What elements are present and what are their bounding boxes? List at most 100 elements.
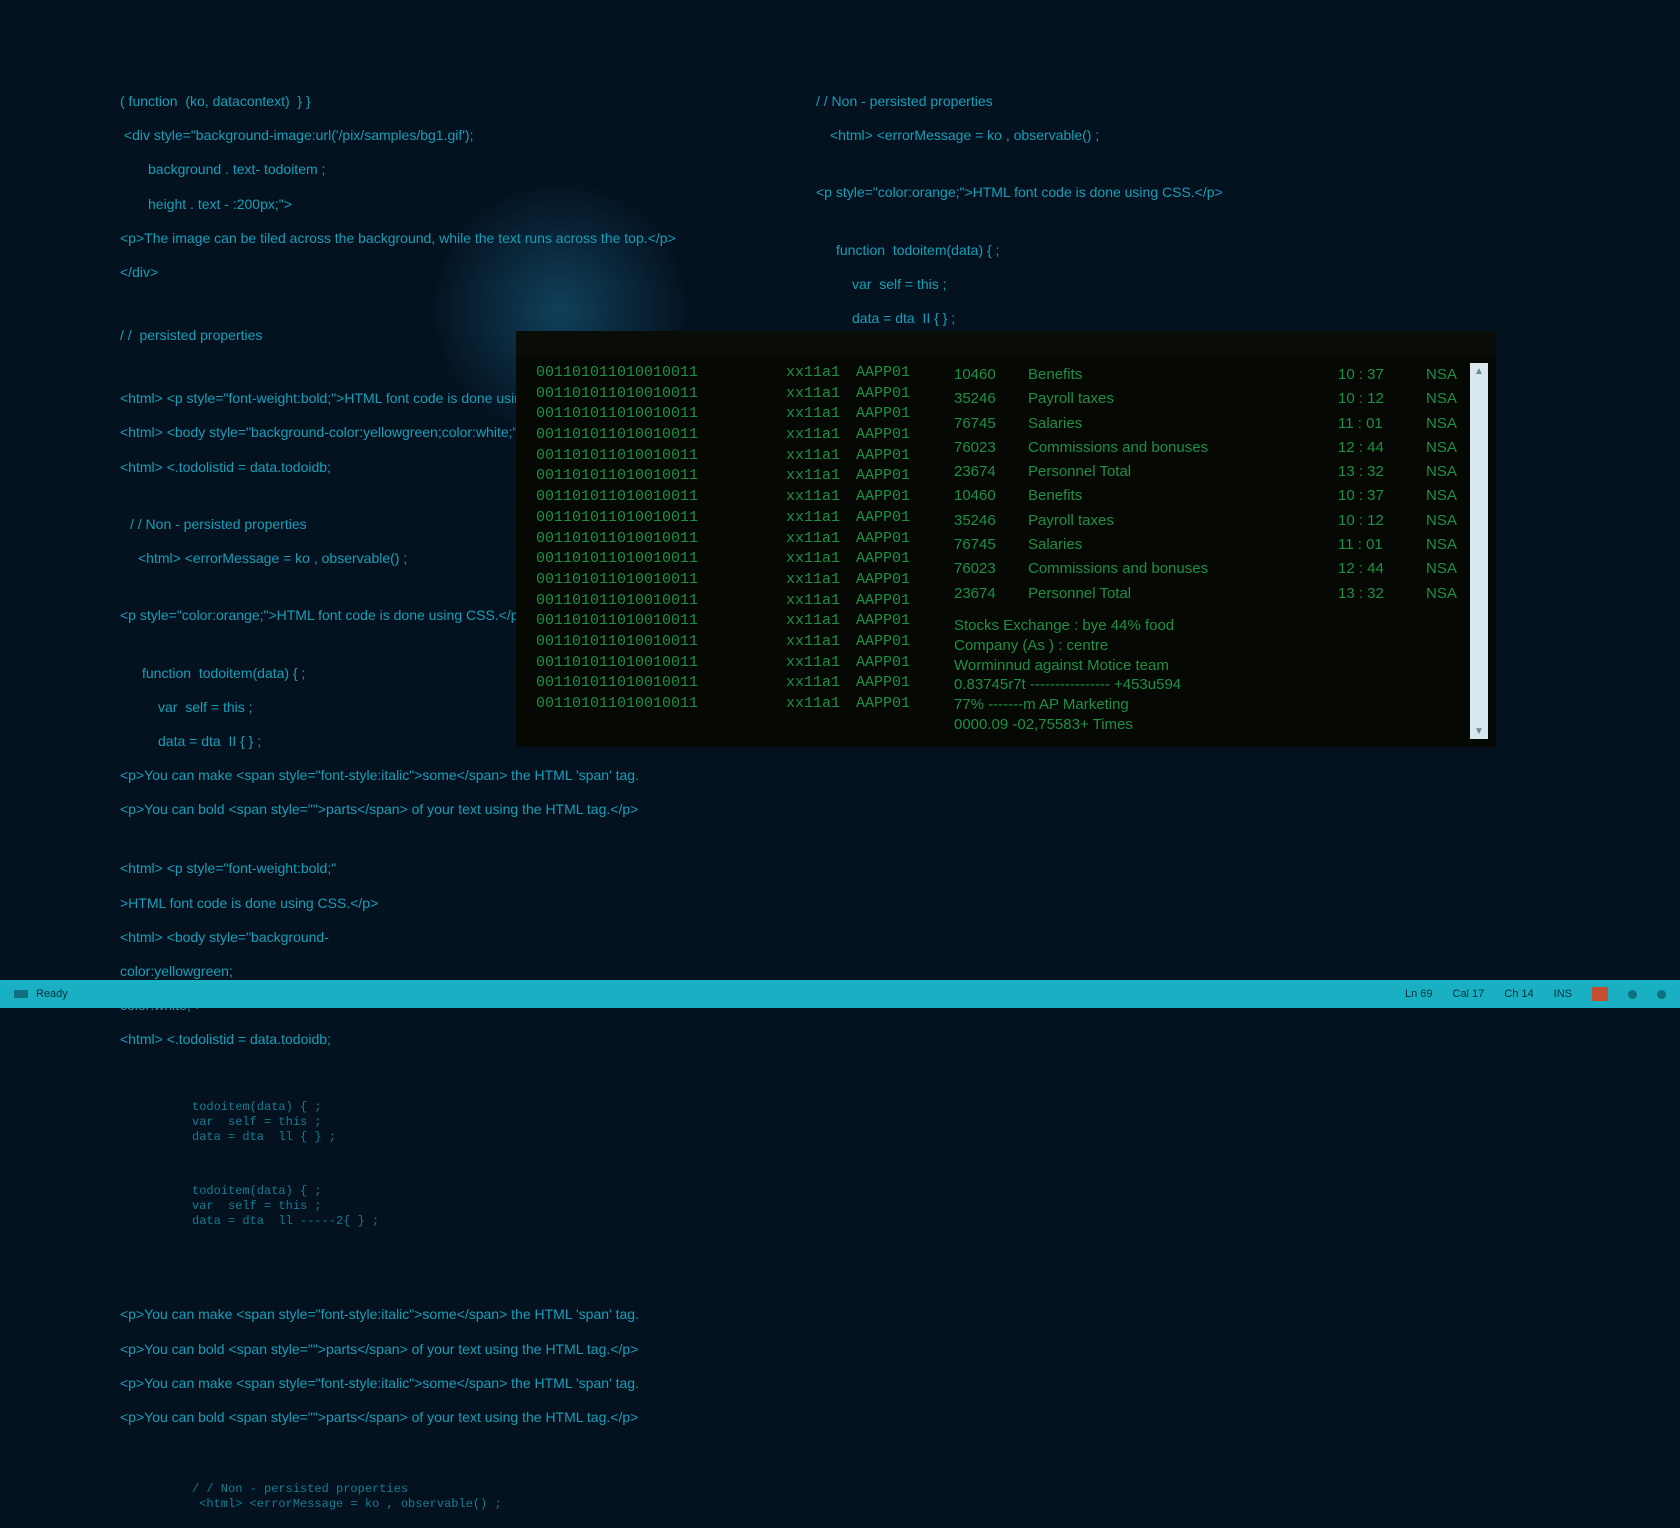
scrollbar[interactable]: ▲ ▼	[1470, 363, 1488, 739]
app-value: AAPP01	[856, 384, 946, 405]
app-value: AAPP01	[856, 404, 946, 425]
hex-value: xx11a1	[786, 425, 856, 446]
scroll-up-icon[interactable]: ▲	[1470, 363, 1488, 379]
row-desc: Benefits	[1028, 484, 1320, 508]
code-line: function todoitem(data) { ;	[816, 242, 1456, 259]
row-tag: NSA	[1426, 387, 1470, 411]
hex-value: xx11a1	[786, 694, 856, 715]
app-value: AAPP01	[856, 591, 946, 612]
row-tag: NSA	[1426, 436, 1470, 460]
app-value: AAPP01	[856, 529, 946, 550]
row-time: 10 : 37	[1338, 363, 1408, 387]
row-num: 35246	[954, 509, 1010, 533]
scroll-down-icon[interactable]: ▼	[1470, 723, 1488, 739]
background-code-left: ( function (ko, datacontext) } } <div st…	[120, 76, 820, 1528]
row-num: 10460	[954, 484, 1010, 508]
row-desc: Salaries	[1028, 412, 1320, 436]
row-desc: Personnel Total	[1028, 460, 1320, 484]
table-row: 35246Payroll taxes10 : 12NSA	[954, 509, 1470, 533]
code-line: <p>You can make <span style="font-style:…	[120, 1375, 820, 1392]
code-line: <p>You can bold <span style="">parts</sp…	[120, 801, 820, 818]
hex-value: xx11a1	[786, 466, 856, 487]
table-row: 76023Commissions and bonuses12 : 44NSA	[954, 557, 1470, 581]
code-line: <html> <p style="font-weight:bold;"	[120, 860, 820, 877]
row-tag: NSA	[1426, 582, 1470, 606]
binary-value: 001101011010010011	[536, 446, 786, 467]
table-row: 76745Salaries11 : 01NSA	[954, 412, 1470, 436]
free-text-line: 77% -------m AP Marketing	[954, 695, 1470, 715]
hex-value: xx11a1	[786, 363, 856, 384]
table-row: 10460Benefits10 : 37NSA	[954, 363, 1470, 387]
row-time: 10 : 12	[1338, 387, 1408, 411]
code-line: <p>You can make <span style="font-style:…	[120, 1306, 820, 1323]
row-time: 13 : 32	[1338, 460, 1408, 484]
app-value: AAPP01	[856, 611, 946, 632]
code-mono: / / Non - persisted properties <html> <e…	[120, 1482, 820, 1511]
free-text-line: Worminnud against Motice team	[954, 656, 1470, 676]
modal-window: 0011010110100100110011010110100100110011…	[516, 331, 1496, 747]
warning-icon[interactable]	[1592, 987, 1608, 1001]
hex-value: xx11a1	[786, 673, 856, 694]
free-text-line: 0.83745r7t ---------------- +453u594	[954, 675, 1470, 695]
binary-value: 001101011010010011	[536, 549, 786, 570]
table-row: 10460Benefits10 : 37NSA	[954, 484, 1470, 508]
status-ins: INS	[1554, 988, 1572, 1000]
app-value: AAPP01	[856, 673, 946, 694]
row-num: 35246	[954, 387, 1010, 411]
free-text-line: Company (As ) : centre	[954, 636, 1470, 656]
binary-value: 001101011010010011	[536, 653, 786, 674]
row-num: 23674	[954, 582, 1010, 606]
free-text-block: Stocks Exchange : bye 44% foodCompany (A…	[954, 616, 1470, 735]
code-mono: todoitem(data) { ; var self = this ; dat…	[120, 1184, 820, 1228]
table-row: 76023Commissions and bonuses12 : 44NSA	[954, 436, 1470, 460]
row-time: 11 : 01	[1338, 533, 1408, 557]
app-value: AAPP01	[856, 508, 946, 529]
row-num: 23674	[954, 460, 1010, 484]
code-line: data = dta II { } ;	[816, 310, 1456, 327]
hex-value: xx11a1	[786, 549, 856, 570]
code-line: color:yellowgreen;	[120, 963, 820, 980]
table-row: 23674Personnel Total13 : 32NSA	[954, 460, 1470, 484]
hex-value: xx11a1	[786, 570, 856, 591]
row-tag: NSA	[1426, 509, 1470, 533]
row-tag: NSA	[1426, 533, 1470, 557]
row-num: 76745	[954, 412, 1010, 436]
binary-value: 001101011010010011	[536, 673, 786, 694]
code-line: <html> <.todolistid = data.todoidb;	[120, 1031, 820, 1048]
hex-value: xx11a1	[786, 487, 856, 508]
hex-value: xx11a1	[786, 611, 856, 632]
app-column: AAPP01AAPP01AAPP01AAPP01AAPP01AAPP01AAPP…	[856, 363, 946, 739]
binary-value: 001101011010010011	[536, 425, 786, 446]
row-desc: Payroll taxes	[1028, 387, 1320, 411]
code-line: <html> <errorMessage = ko , observable()…	[816, 127, 1456, 144]
hex-value: xx11a1	[786, 508, 856, 529]
status-line: Ln 69	[1405, 988, 1433, 1000]
row-time: 10 : 12	[1338, 509, 1408, 533]
binary-value: 001101011010010011	[536, 363, 786, 384]
code-line: <p style="color:orange;">HTML font code …	[816, 184, 1456, 201]
code-mono: todoitem(data) { ; var self = this ; dat…	[120, 1100, 820, 1144]
code-line: <div style="background-image:url('/pix/s…	[120, 127, 820, 144]
hex-value: xx11a1	[786, 384, 856, 405]
row-tag: NSA	[1426, 557, 1470, 581]
code-line: <p>You can bold <span style="">parts</sp…	[120, 1341, 820, 1358]
modal-body: 0011010110100100110011010110100100110011…	[516, 355, 1496, 747]
binary-value: 001101011010010011	[536, 487, 786, 508]
row-time: 13 : 32	[1338, 582, 1408, 606]
row-tag: NSA	[1426, 412, 1470, 436]
code-line: >HTML font code is done using CSS.</p>	[120, 895, 820, 912]
row-time: 12 : 44	[1338, 436, 1408, 460]
binary-value: 001101011010010011	[536, 632, 786, 653]
row-tag: NSA	[1426, 484, 1470, 508]
status-ready: Ready	[36, 988, 68, 1000]
app-value: AAPP01	[856, 466, 946, 487]
code-line: / / Non - persisted properties	[816, 93, 1456, 110]
code-line: <p>You can make <span style="font-style:…	[120, 767, 820, 784]
app-value: AAPP01	[856, 653, 946, 674]
code-line: ( function (ko, datacontext) } }	[120, 93, 820, 110]
app-value: AAPP01	[856, 487, 946, 508]
status-bar: Ready Ln 69 Cal 17 Ch 14 INS	[0, 980, 1680, 1008]
table-row: 23674Personnel Total13 : 32NSA	[954, 582, 1470, 606]
row-tag: NSA	[1426, 363, 1470, 387]
app-value: AAPP01	[856, 425, 946, 446]
